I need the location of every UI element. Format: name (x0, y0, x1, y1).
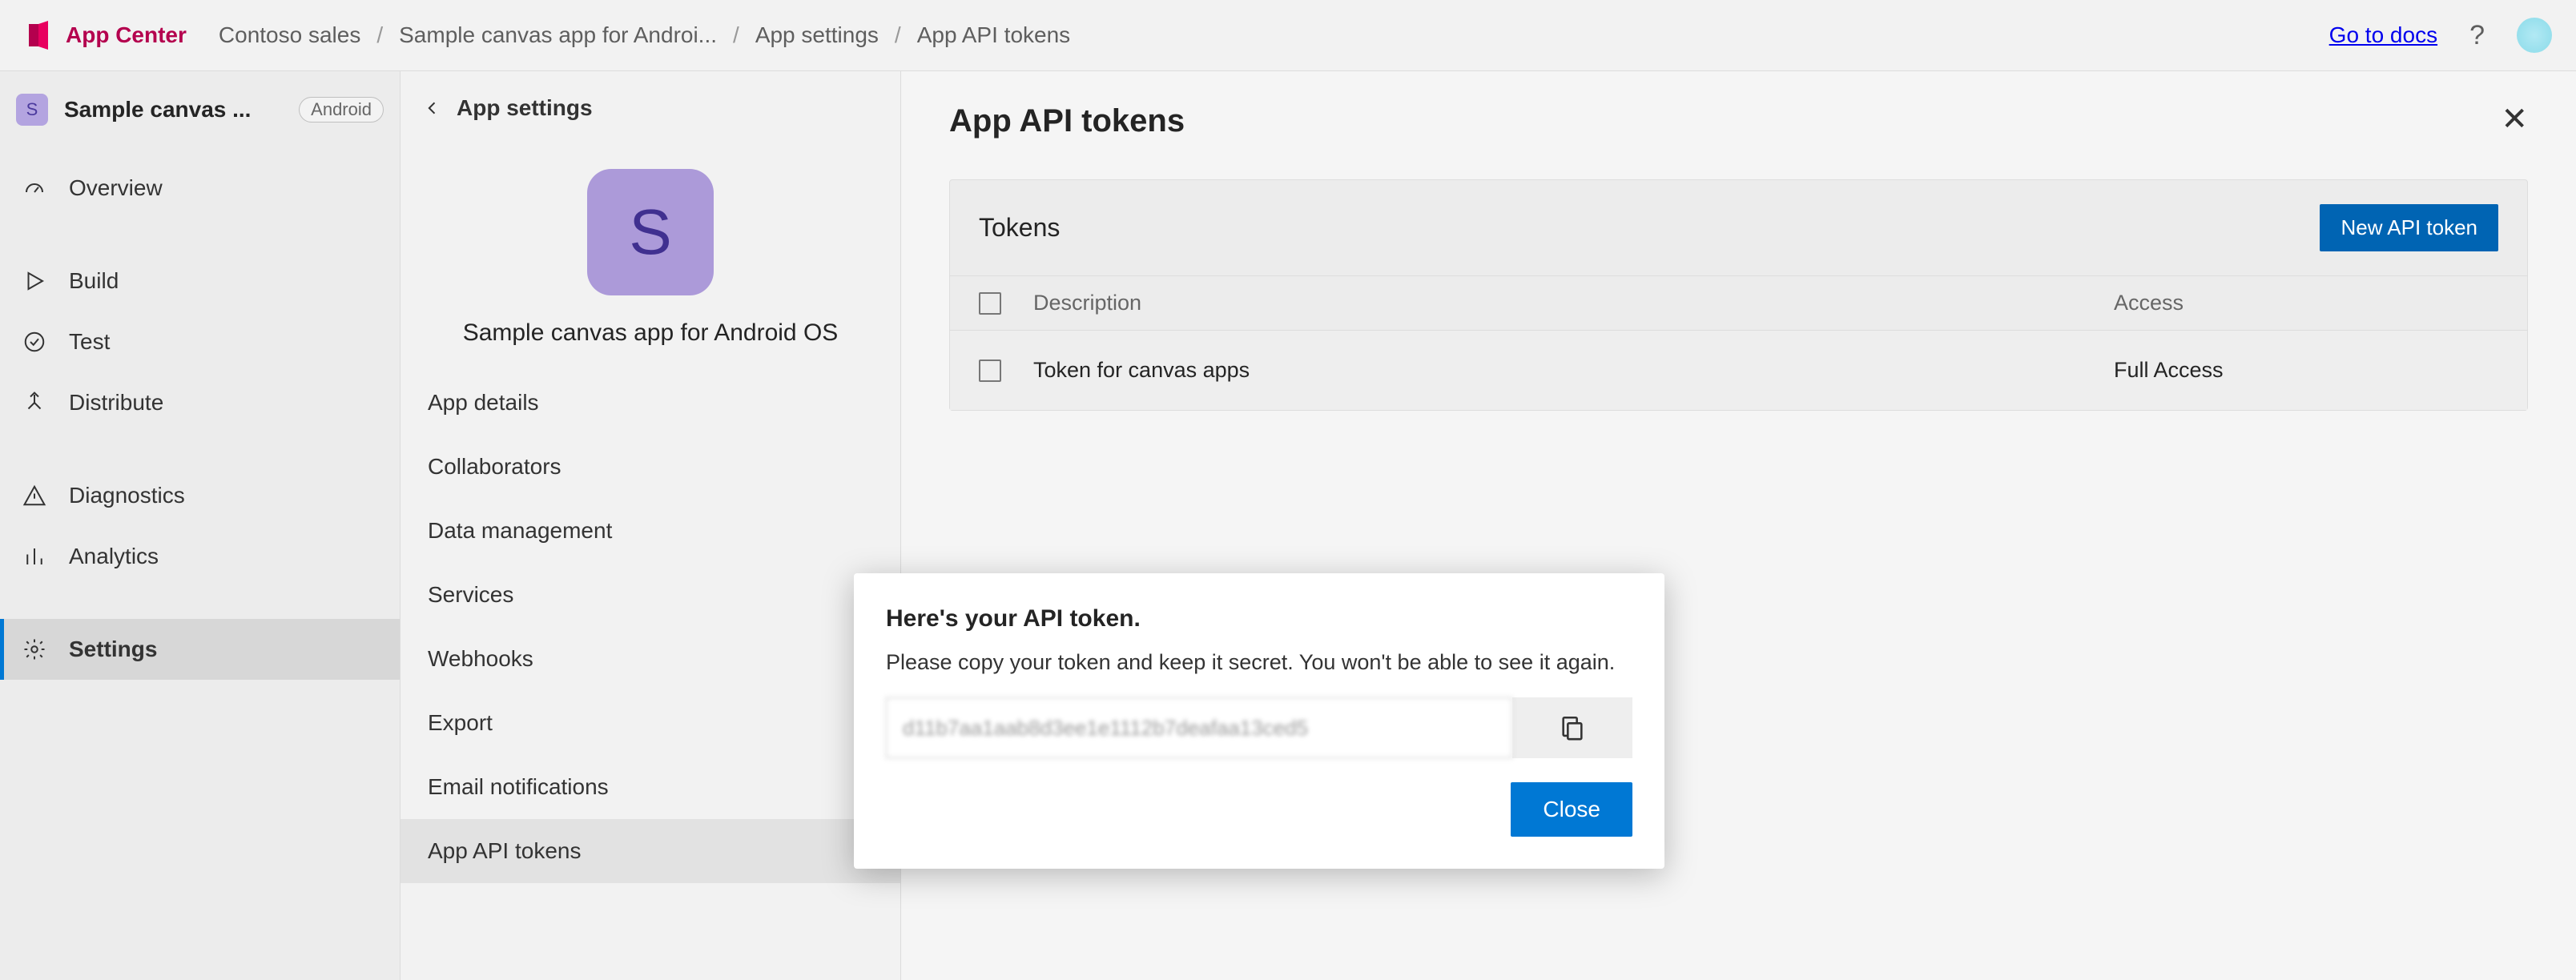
nav-item-label: Overview (69, 175, 163, 201)
nav-item-label: Build (69, 268, 119, 294)
nav-item-label: Distribute (69, 390, 163, 416)
copy-button[interactable] (1512, 697, 1632, 758)
topbar-left: App Center Contoso sales / Sample canvas… (24, 19, 1070, 51)
docs-link[interactable]: Go to docs (2329, 22, 2437, 48)
app-card: S Sample canvas app for Android OS (400, 137, 900, 371)
settings-item-webhooks[interactable]: Webhooks (400, 627, 900, 691)
distribute-icon (22, 391, 46, 415)
breadcrumb-item[interactable]: App settings (755, 22, 879, 48)
new-api-token-button[interactable]: New API token (2320, 204, 2498, 251)
app-name: Sample canvas ... (64, 97, 283, 122)
breadcrumb: Contoso sales / Sample canvas app for An… (219, 22, 1070, 48)
tokens-card-header: Tokens New API token (950, 180, 2527, 275)
row-description: Token for canvas apps (1033, 345, 2114, 396)
settings-item-collaborators[interactable]: Collaborators (400, 435, 900, 499)
settings-item-email-notifications[interactable]: Email notifications (400, 755, 900, 819)
token-row (886, 697, 1632, 758)
column-header-description: Description (1033, 291, 2114, 315)
api-token-modal: Here's your API token. Please copy your … (854, 573, 1664, 869)
nav-item-settings[interactable]: Settings (0, 619, 400, 680)
nav-item-analytics[interactable]: Analytics (0, 526, 400, 587)
gear-icon (22, 637, 46, 661)
primary-sidebar: S Sample canvas ... Android Overview Bui… (0, 71, 400, 980)
nav-item-overview[interactable]: Overview (0, 158, 400, 219)
topbar: App Center Contoso sales / Sample canvas… (0, 0, 2576, 71)
settings-back-label: App settings (457, 95, 593, 121)
tokens-table-header: Description Access (950, 275, 2527, 330)
row-access: Full Access (2114, 345, 2498, 396)
column-header-access: Access (2114, 291, 2498, 315)
main-header: App API tokens ✕ (949, 103, 2528, 139)
nav-item-label: Diagnostics (69, 483, 185, 508)
play-icon (22, 269, 46, 293)
close-button[interactable]: Close (1511, 782, 1632, 837)
chevron-left-icon (425, 100, 441, 116)
nav-item-build[interactable]: Build (0, 251, 400, 311)
topbar-right: Go to docs ? (2329, 18, 2552, 53)
check-circle-icon (22, 330, 46, 354)
settings-item-services[interactable]: Services (400, 563, 900, 627)
table-row[interactable]: Token for canvas apps Full Access (950, 330, 2527, 410)
tokens-card-title: Tokens (979, 213, 1060, 243)
nav-item-label: Test (69, 329, 110, 355)
select-all-checkbox[interactable] (979, 292, 1001, 315)
nav-item-label: Analytics (69, 544, 159, 569)
breadcrumb-item[interactable]: Sample canvas app for Androi... (399, 22, 717, 48)
row-checkbox[interactable] (979, 359, 1001, 382)
breadcrumb-sep: / (895, 22, 901, 48)
copy-icon (1559, 714, 1586, 741)
nav-item-test[interactable]: Test (0, 311, 400, 372)
settings-sidebar: App settings S Sample canvas app for And… (400, 71, 901, 980)
breadcrumb-sep: / (376, 22, 383, 48)
user-avatar[interactable] (2517, 18, 2552, 53)
app-card-title: Sample canvas app for Android OS (417, 319, 884, 347)
app-icon-small: S (16, 94, 48, 126)
app-switcher[interactable]: S Sample canvas ... Android (0, 79, 400, 158)
settings-item-export[interactable]: Export (400, 691, 900, 755)
close-icon[interactable]: ✕ (2501, 103, 2528, 135)
speedometer-icon (22, 176, 46, 200)
settings-item-app-details[interactable]: App details (400, 371, 900, 435)
tokens-card: Tokens New API token Description Access … (949, 179, 2528, 411)
bar-chart-icon (22, 544, 46, 568)
settings-item-data-management[interactable]: Data management (400, 499, 900, 563)
settings-back[interactable]: App settings (400, 71, 900, 137)
modal-subtitle: Please copy your token and keep it secre… (886, 650, 1632, 675)
nav-item-diagnostics[interactable]: Diagnostics (0, 465, 400, 526)
breadcrumb-sep: / (733, 22, 739, 48)
page-title: App API tokens (949, 103, 1185, 139)
brand[interactable]: App Center (24, 19, 187, 51)
help-icon[interactable]: ? (2469, 20, 2485, 51)
token-value-input[interactable] (886, 697, 1512, 758)
app-icon-large: S (587, 169, 714, 295)
modal-title: Here's your API token. (886, 605, 1632, 633)
platform-badge: Android (299, 97, 384, 122)
brand-label: App Center (66, 22, 187, 48)
tokens-table: Description Access Token for canvas apps… (950, 275, 2527, 410)
nav-item-label: Settings (69, 637, 157, 662)
brand-logo-icon (24, 19, 56, 51)
nav-item-distribute[interactable]: Distribute (0, 372, 400, 433)
settings-item-api-tokens[interactable]: App API tokens (400, 819, 900, 883)
modal-actions: Close (886, 782, 1632, 837)
breadcrumb-item[interactable]: App API tokens (917, 22, 1070, 48)
breadcrumb-item[interactable]: Contoso sales (219, 22, 360, 48)
warning-icon (22, 484, 46, 508)
